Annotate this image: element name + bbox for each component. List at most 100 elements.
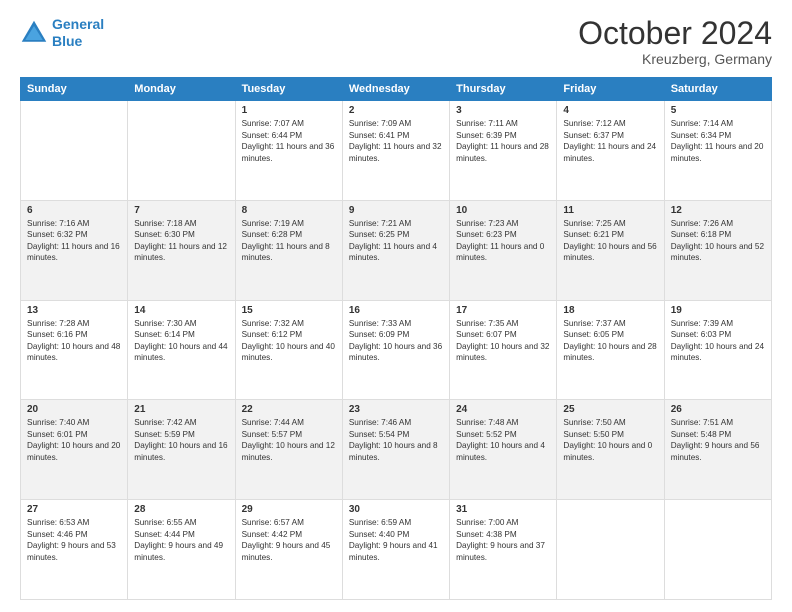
cell-info: Sunrise: 7:16 AMSunset: 6:32 PMDaylight:…: [27, 218, 121, 264]
day-number: 4: [563, 105, 657, 116]
cell-w4-d1: 20 Sunrise: 7:40 AMSunset: 6:01 PMDayligh…: [21, 400, 128, 500]
day-number: 22: [242, 404, 336, 415]
cell-info: Sunrise: 7:48 AMSunset: 5:52 PMDaylight:…: [456, 417, 550, 463]
day-number: 26: [671, 404, 765, 415]
cell-info: Sunrise: 7:09 AMSunset: 6:41 PMDaylight:…: [349, 118, 443, 164]
cell-info: Sunrise: 7:14 AMSunset: 6:34 PMDaylight:…: [671, 118, 765, 164]
cell-info: Sunrise: 7:11 AMSunset: 6:39 PMDaylight:…: [456, 118, 550, 164]
day-number: 9: [349, 205, 443, 216]
day-number: 20: [27, 404, 121, 415]
cell-info: Sunrise: 7:33 AMSunset: 6:09 PMDaylight:…: [349, 318, 443, 364]
title-block: October 2024 Kreuzberg, Germany: [578, 16, 772, 67]
cell-w3-d2: 14Sunrise: 7:30 AMSunset: 6:14 PMDayligh…: [128, 300, 235, 400]
cell-w2-d1: 6 Sunrise: 7:16 AMSunset: 6:32 PMDaylight…: [21, 200, 128, 300]
day-number: 29: [242, 504, 336, 515]
cell-w3-d7: 19Sunrise: 7:39 AMSunset: 6:03 PMDayligh…: [664, 300, 771, 400]
cell-w1-d7: 5Sunrise: 7:14 AMSunset: 6:34 PMDaylight…: [664, 101, 771, 201]
cell-w5-d7: [664, 500, 771, 600]
cell-w5-d5: 31Sunrise: 7:00 AMSunset: 4:38 PMDayligh…: [450, 500, 557, 600]
cell-w4-d2: 21Sunrise: 7:42 AMSunset: 5:59 PMDayligh…: [128, 400, 235, 500]
cell-info: Sunrise: 7:40 AMSunset: 6:01 PMDaylight:…: [27, 417, 121, 463]
day-number: 8: [242, 205, 336, 216]
cell-w1-d5: 3Sunrise: 7:11 AMSunset: 6:39 PMDaylight…: [450, 101, 557, 201]
cell-info: Sunrise: 7:50 AMSunset: 5:50 PMDaylight:…: [563, 417, 657, 463]
col-thursday: Thursday: [450, 78, 557, 101]
cell-w3-d3: 15 Sunrise: 7:32 AMSunset: 6:12 PMDayligh…: [235, 300, 342, 400]
cell-w1-d6: 4 Sunrise: 7:12 AMSunset: 6:37 PMDaylight…: [557, 101, 664, 201]
col-friday: Friday: [557, 78, 664, 101]
cell-w4-d6: 25Sunrise: 7:50 AMSunset: 5:50 PMDayligh…: [557, 400, 664, 500]
logo-icon: [20, 19, 48, 47]
cell-info: Sunrise: 7:35 AMSunset: 6:07 PMDaylight:…: [456, 318, 550, 364]
cell-w4-d3: 22 Sunrise: 7:44 AMSunset: 5:57 PMDayligh…: [235, 400, 342, 500]
cell-info: Sunrise: 7:00 AMSunset: 4:38 PMDaylight:…: [456, 517, 550, 563]
cell-info: Sunrise: 7:28 AMSunset: 6:16 PMDaylight:…: [27, 318, 121, 364]
cell-w3-d4: 16 Sunrise: 7:33 AMSunset: 6:09 PMDayligh…: [342, 300, 449, 400]
week-row-5: 27 Sunrise: 6:53 AMSunset: 4:46 PMDayligh…: [21, 500, 772, 600]
day-number: 18: [563, 305, 657, 316]
cell-w2-d3: 8 Sunrise: 7:19 AMSunset: 6:28 PMDaylight…: [235, 200, 342, 300]
day-number: 13: [27, 305, 121, 316]
cell-w4-d7: 26Sunrise: 7:51 AMSunset: 5:48 PMDayligh…: [664, 400, 771, 500]
col-tuesday: Tuesday: [235, 78, 342, 101]
cell-info: Sunrise: 7:23 AMSunset: 6:23 PMDaylight:…: [456, 218, 550, 264]
cell-w2-d2: 7 Sunrise: 7:18 AMSunset: 6:30 PMDaylight…: [128, 200, 235, 300]
day-number: 2: [349, 105, 443, 116]
cell-info: Sunrise: 7:26 AMSunset: 6:18 PMDaylight:…: [671, 218, 765, 264]
header-row: Sunday Monday Tuesday Wednesday Thursday…: [21, 78, 772, 101]
day-number: 6: [27, 205, 121, 216]
cell-w2-d5: 10Sunrise: 7:23 AMSunset: 6:23 PMDayligh…: [450, 200, 557, 300]
cell-w4-d5: 24 Sunrise: 7:48 AMSunset: 5:52 PMDayligh…: [450, 400, 557, 500]
day-number: 12: [671, 205, 765, 216]
day-number: 30: [349, 504, 443, 515]
cell-info: Sunrise: 6:53 AMSunset: 4:46 PMDaylight:…: [27, 517, 121, 563]
cell-info: Sunrise: 7:37 AMSunset: 6:05 PMDaylight:…: [563, 318, 657, 364]
week-row-1: 1 Sunrise: 7:07 AMSunset: 6:44 PMDaylight…: [21, 101, 772, 201]
day-number: 15: [242, 305, 336, 316]
cell-info: Sunrise: 6:55 AMSunset: 4:44 PMDaylight:…: [134, 517, 228, 563]
cell-w2-d6: 11Sunrise: 7:25 AMSunset: 6:21 PMDayligh…: [557, 200, 664, 300]
day-number: 16: [349, 305, 443, 316]
page: General Blue October 2024 Kreuzberg, Ger…: [0, 0, 792, 612]
day-number: 17: [456, 305, 550, 316]
cell-w5-d3: 29 Sunrise: 6:57 AMSunset: 4:42 PMDayligh…: [235, 500, 342, 600]
cell-info: Sunrise: 7:12 AMSunset: 6:37 PMDaylight:…: [563, 118, 657, 164]
cell-info: Sunrise: 7:32 AMSunset: 6:12 PMDaylight:…: [242, 318, 336, 364]
cell-info: Sunrise: 7:18 AMSunset: 6:30 PMDaylight:…: [134, 218, 228, 264]
cell-w1-d4: 2 Sunrise: 7:09 AMSunset: 6:41 PMDaylight…: [342, 101, 449, 201]
cell-w3-d6: 18 Sunrise: 7:37 AMSunset: 6:05 PMDayligh…: [557, 300, 664, 400]
cell-w3-d5: 17 Sunrise: 7:35 AMSunset: 6:07 PMDayligh…: [450, 300, 557, 400]
day-number: 24: [456, 404, 550, 415]
cell-w5-d4: 30 Sunrise: 6:59 AMSunset: 4:40 PMDayligh…: [342, 500, 449, 600]
col-sunday: Sunday: [21, 78, 128, 101]
calendar-subtitle: Kreuzberg, Germany: [578, 51, 772, 67]
day-number: 27: [27, 504, 121, 515]
logo: General Blue: [20, 16, 104, 50]
cell-info: Sunrise: 7:30 AMSunset: 6:14 PMDaylight:…: [134, 318, 228, 364]
cell-w5-d6: [557, 500, 664, 600]
cell-w1-d1: [21, 101, 128, 201]
cell-info: Sunrise: 6:57 AMSunset: 4:42 PMDaylight:…: [242, 517, 336, 563]
week-row-3: 13 Sunrise: 7:28 AMSunset: 6:16 PMDayligh…: [21, 300, 772, 400]
cell-w1-d3: 1 Sunrise: 7:07 AMSunset: 6:44 PMDaylight…: [235, 101, 342, 201]
col-saturday: Saturday: [664, 78, 771, 101]
logo-text: General Blue: [52, 16, 104, 50]
cell-info: Sunrise: 7:44 AMSunset: 5:57 PMDaylight:…: [242, 417, 336, 463]
cell-w2-d4: 9 Sunrise: 7:21 AMSunset: 6:25 PMDaylight…: [342, 200, 449, 300]
cell-info: Sunrise: 7:07 AMSunset: 6:44 PMDaylight:…: [242, 118, 336, 164]
cell-info: Sunrise: 7:21 AMSunset: 6:25 PMDaylight:…: [349, 218, 443, 264]
cell-info: Sunrise: 6:59 AMSunset: 4:40 PMDaylight:…: [349, 517, 443, 563]
day-number: 1: [242, 105, 336, 116]
cell-info: Sunrise: 7:42 AMSunset: 5:59 PMDaylight:…: [134, 417, 228, 463]
calendar-table: Sunday Monday Tuesday Wednesday Thursday…: [20, 77, 772, 600]
cell-info: Sunrise: 7:19 AMSunset: 6:28 PMDaylight:…: [242, 218, 336, 264]
day-number: 23: [349, 404, 443, 415]
cell-w5-d2: 28Sunrise: 6:55 AMSunset: 4:44 PMDayligh…: [128, 500, 235, 600]
day-number: 11: [563, 205, 657, 216]
cell-info: Sunrise: 7:46 AMSunset: 5:54 PMDaylight:…: [349, 417, 443, 463]
day-number: 7: [134, 205, 228, 216]
cell-info: Sunrise: 7:39 AMSunset: 6:03 PMDaylight:…: [671, 318, 765, 364]
col-monday: Monday: [128, 78, 235, 101]
calendar-body: 1 Sunrise: 7:07 AMSunset: 6:44 PMDaylight…: [21, 101, 772, 600]
week-row-4: 20 Sunrise: 7:40 AMSunset: 6:01 PMDayligh…: [21, 400, 772, 500]
